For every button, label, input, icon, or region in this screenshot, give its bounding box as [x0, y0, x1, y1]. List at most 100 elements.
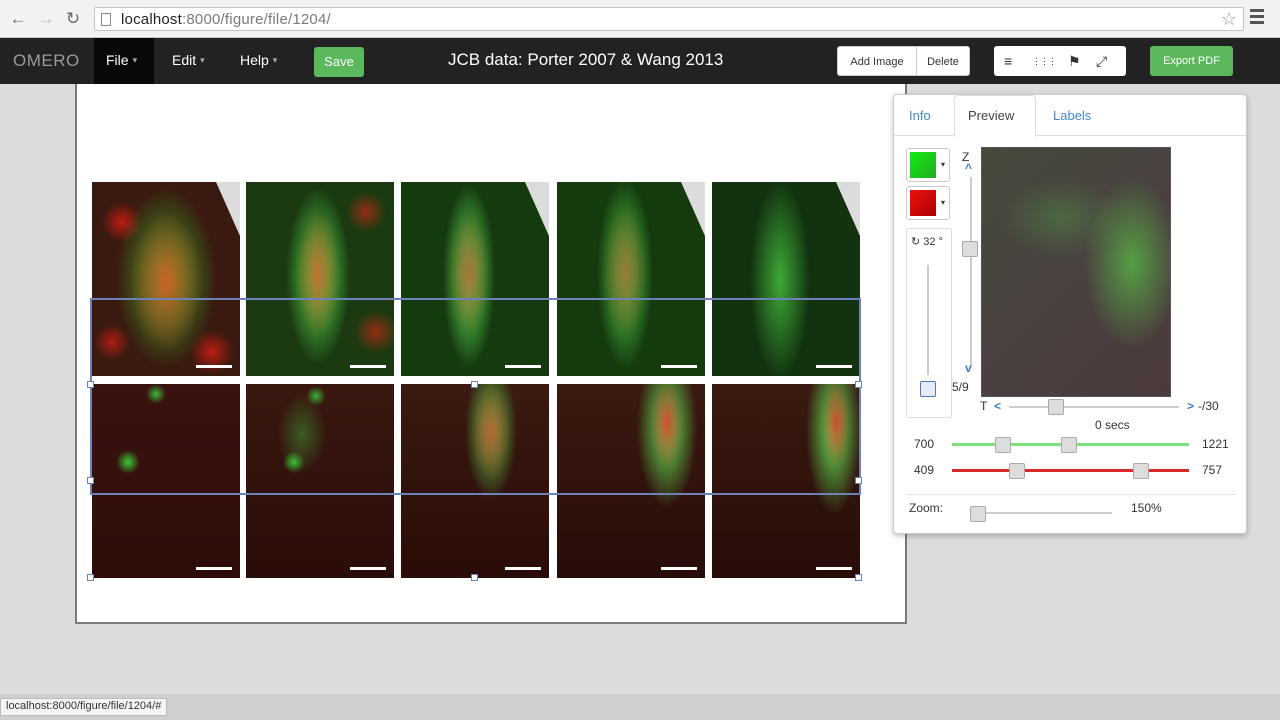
scale-bar	[505, 567, 541, 570]
browser-menu-icon[interactable]	[1250, 9, 1264, 25]
back-icon[interactable]: ←	[8, 9, 28, 29]
preview-image[interactable]	[981, 147, 1171, 397]
t-label: T	[980, 399, 988, 413]
figure-panel[interactable]	[557, 384, 705, 578]
t-value: -/30	[1198, 399, 1219, 413]
scale-bar	[196, 567, 232, 570]
scale-bar	[196, 365, 232, 368]
page-icon	[101, 13, 111, 26]
figure-panel[interactable]	[712, 182, 860, 376]
resize-handle[interactable]	[855, 381, 862, 388]
green-max-thumb[interactable]	[1061, 437, 1077, 453]
rotation-slider-track[interactable]	[927, 265, 929, 375]
t-slider-thumb[interactable]	[1048, 399, 1064, 415]
t-slider-track[interactable]	[1009, 406, 1179, 408]
align-left-icon[interactable]: ≡	[1004, 53, 1012, 69]
menu-edit[interactable]: Edit ▾	[172, 52, 205, 68]
tab-labels[interactable]: Labels	[1053, 108, 1091, 123]
scale-bar	[350, 567, 386, 570]
resize-handle[interactable]	[855, 574, 862, 581]
red-min-value: 409	[914, 463, 935, 477]
scale-bar	[350, 365, 386, 368]
rotation-value: ↻ 32 °	[911, 236, 943, 248]
figure-panel[interactable]	[92, 384, 240, 578]
figure-panel[interactable]	[401, 384, 549, 578]
chevron-down-icon[interactable]: v	[965, 361, 972, 375]
chevron-right-icon[interactable]: >	[1187, 399, 1194, 413]
expand-icon[interactable]: ⤢	[1096, 53, 1107, 70]
red-swatch	[910, 190, 936, 216]
scale-bar	[816, 567, 852, 570]
export-pdf-button[interactable]: Export PDF	[1150, 46, 1233, 76]
zoom-slider-thumb[interactable]	[970, 506, 986, 522]
menu-help[interactable]: Help ▾	[240, 52, 277, 68]
z-value: 5/9	[952, 380, 969, 394]
chevron-down-icon: ▾	[200, 55, 205, 65]
flag-icon[interactable]: ⚑	[1068, 53, 1081, 70]
zoom-value: 150%	[1131, 501, 1162, 515]
panel-tabs: Info Preview Labels	[894, 95, 1246, 137]
resize-handle[interactable]	[471, 574, 478, 581]
green-max-value: 1221	[1202, 437, 1229, 451]
figure-panel[interactable]	[712, 384, 860, 578]
chevron-left-icon[interactable]: <	[994, 399, 1001, 413]
scale-bar	[505, 365, 541, 368]
resize-handle[interactable]	[855, 477, 862, 484]
rotation-control: ↻ 32 °	[906, 228, 952, 418]
address-bar[interactable]: localhost:8000/figure/file/1204/ ☆	[94, 7, 1244, 31]
figure-panel[interactable]	[246, 182, 394, 376]
channel-red-toggle[interactable]: ▾	[906, 186, 950, 220]
browser-toolbar: ← → ↻ localhost:8000/figure/file/1204/ ☆	[0, 0, 1280, 38]
app-toolbar: OMERO File ▾ Edit ▾ Help ▾ Save JCB data: P…	[0, 38, 1280, 84]
divider	[906, 494, 1236, 495]
add-image-button[interactable]: Add Image	[837, 46, 917, 76]
bookmark-star-icon[interactable]: ☆	[1221, 9, 1237, 30]
brand-logo: OMERO	[13, 51, 80, 70]
panel-corner	[836, 182, 860, 236]
chevron-up-icon[interactable]: ^	[965, 161, 972, 175]
time-text: 0 secs	[1095, 418, 1130, 432]
resize-handle[interactable]	[471, 381, 478, 388]
scale-bar	[816, 365, 852, 368]
red-max-thumb[interactable]	[1133, 463, 1149, 479]
z-slider-track[interactable]	[970, 177, 972, 367]
red-range-track[interactable]	[952, 469, 1189, 472]
url-path: :8000/figure/file/1204/	[182, 11, 331, 28]
figure-panel[interactable]	[557, 182, 705, 376]
green-min-thumb[interactable]	[995, 437, 1011, 453]
delete-button[interactable]: Delete	[916, 46, 970, 76]
red-min-thumb[interactable]	[1009, 463, 1025, 479]
forward-icon[interactable]: →	[36, 9, 56, 29]
z-slider-thumb[interactable]	[962, 241, 978, 257]
tab-preview[interactable]: Preview	[968, 108, 1014, 123]
reload-icon[interactable]: ↻	[63, 9, 83, 29]
resize-handle[interactable]	[87, 381, 94, 388]
zoom-label: Zoom:	[909, 501, 944, 515]
scale-bar	[661, 567, 697, 570]
url-text: localhost:8000/figure/file/1204/	[121, 11, 331, 28]
scale-bar	[661, 365, 697, 368]
figure-panel[interactable]	[401, 182, 549, 376]
panel-corner	[216, 182, 240, 236]
rotation-slider-thumb[interactable]	[920, 381, 936, 397]
figure-title[interactable]: JCB data: Porter 2007 & Wang 2013	[448, 50, 723, 70]
status-link-url: localhost:8000/figure/file/1204/#	[0, 698, 168, 716]
zoom-slider-track[interactable]	[972, 512, 1112, 514]
chevron-down-icon: ▾	[132, 55, 138, 65]
status-bar	[0, 694, 1280, 720]
save-button[interactable]: Save	[314, 47, 364, 77]
resize-handle[interactable]	[87, 477, 94, 484]
chevron-down-icon: ▾	[940, 198, 945, 207]
layout-button-group: ≡ ⋮⋮⋮ ⚑ ⤢	[994, 46, 1126, 76]
channel-green-toggle[interactable]: ▾	[906, 148, 950, 182]
figure-panel[interactable]	[246, 384, 394, 578]
figure-panel[interactable]	[92, 182, 240, 376]
resize-handle[interactable]	[87, 574, 94, 581]
url-host: localhost	[121, 11, 183, 28]
menu-file[interactable]: File ▾	[106, 52, 137, 68]
grid-icon[interactable]: ⋮⋮⋮	[1032, 56, 1057, 67]
green-swatch	[910, 152, 936, 178]
chevron-down-icon: ▾	[940, 160, 945, 169]
tab-info[interactable]: Info	[909, 108, 931, 123]
red-max-value: 757	[1202, 463, 1223, 477]
